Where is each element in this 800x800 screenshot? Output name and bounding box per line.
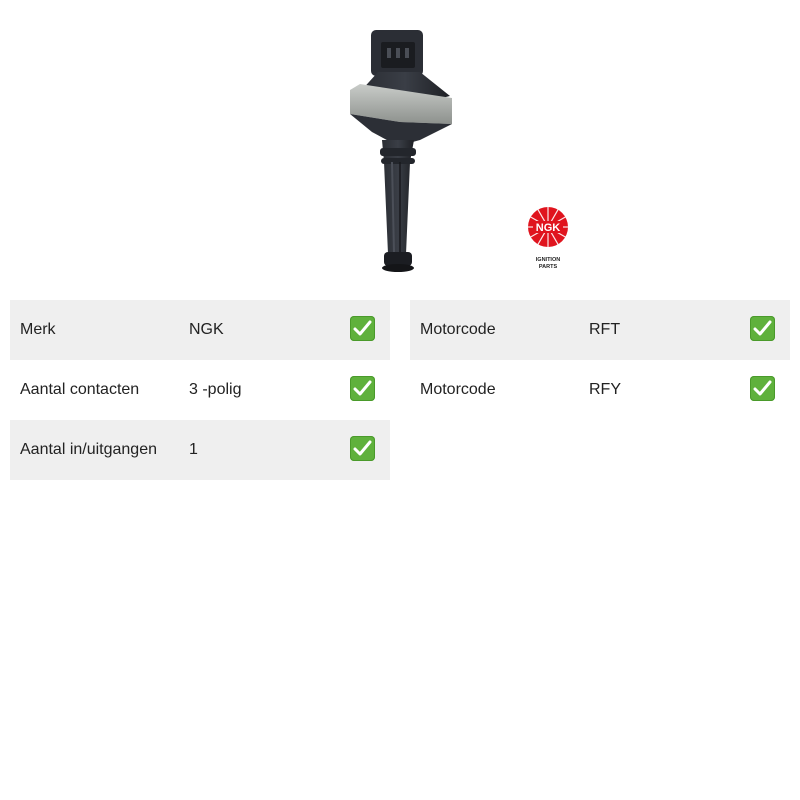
spec-label: Aantal in/uitgangen	[20, 441, 157, 458]
spec-value: 1	[189, 441, 198, 458]
ignition-coil-image	[340, 22, 470, 278]
spec-label: Motorcode	[420, 381, 496, 398]
spec-table-right: Motorcode RFT Motorcode RFY	[410, 300, 790, 420]
check-icon	[350, 436, 375, 461]
svg-text:IGNITION: IGNITION	[536, 257, 560, 263]
ngk-logo: NGK IGNITION PARTS	[524, 204, 572, 272]
spec-label: Aantal contacten	[20, 381, 140, 398]
check-icon	[350, 316, 375, 341]
spec-value: RFT	[589, 321, 621, 338]
spec-value: NGK	[189, 321, 224, 338]
spec-row: Merk NGK	[10, 300, 390, 360]
spec-label: Merk	[20, 321, 56, 338]
check-icon	[750, 376, 775, 401]
spec-table-left: Merk NGK Aantal contacten 3 -polig Aanta…	[10, 300, 390, 480]
spec-value: 3 -polig	[189, 381, 242, 398]
spec-row: Aantal contacten 3 -polig	[10, 360, 390, 420]
spec-row: Motorcode RFT	[410, 300, 790, 360]
spec-row: Aantal in/uitgangen 1	[10, 420, 390, 480]
check-icon	[750, 316, 775, 341]
svg-text:NGK: NGK	[536, 222, 561, 234]
svg-text:PARTS: PARTS	[539, 264, 558, 270]
spec-label: Motorcode	[420, 321, 496, 338]
check-icon	[350, 376, 375, 401]
spec-row: Motorcode RFY	[410, 360, 790, 420]
spec-value: RFY	[589, 381, 621, 398]
